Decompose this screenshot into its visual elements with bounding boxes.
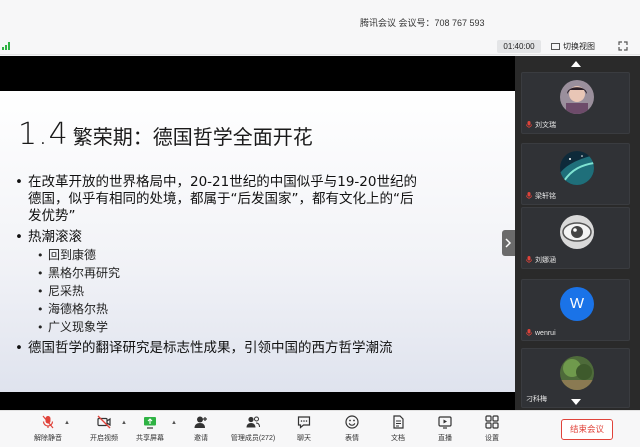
participant-name: 刁科梅 (526, 396, 547, 403)
live-stream-button[interactable]: 直播 (425, 415, 465, 447)
slide-bullet: • 热潮滚滚 (15, 229, 82, 245)
participant-tile[interactable]: 刘文瑞 (521, 72, 630, 134)
collapse-panel-button[interactable] (502, 230, 515, 256)
slide-subitem: • 广义现象学 (37, 320, 109, 334)
emoji-icon (345, 415, 359, 429)
documents-button[interactable]: 文档 (378, 415, 418, 447)
members-icon (246, 416, 260, 428)
manage-members-button[interactable]: 管理成员(272) (230, 415, 276, 447)
participant-name: wenrui (526, 329, 556, 337)
settings-button[interactable]: 设置 (472, 415, 512, 447)
scroll-down-icon[interactable] (570, 398, 582, 406)
participant-name: 刘娜涵 (526, 255, 556, 265)
participant-tile[interactable]: W wenrui (521, 279, 630, 341)
participant-name: 梁轩铭 (526, 191, 556, 201)
mic-muted-icon (526, 256, 532, 263)
share-screen-button[interactable]: 共享屏幕 (130, 415, 170, 447)
chat-button[interactable]: 聊天 (284, 415, 324, 447)
title-bar: 腾讯会议 会议号：708 767 593 (0, 0, 640, 38)
window-title: 腾讯会议 会议号：708 767 593 (360, 18, 485, 28)
mute-options-caret[interactable]: ▲ (64, 420, 70, 426)
slide-subitem: • 海德格尔热 (37, 302, 109, 316)
mic-muted-icon (526, 192, 532, 199)
slide-bullet: • 在改革开放的世界格局中，20-21世纪的中国似乎与19-20世纪的 德国，似… (15, 174, 417, 224)
unmute-button[interactable]: 解除静音 (28, 415, 68, 447)
switch-view-button[interactable]: 切换视图 (551, 40, 595, 53)
start-video-button[interactable]: 开启视频 (84, 415, 124, 447)
grid-icon (551, 43, 560, 50)
avatar (560, 356, 594, 390)
mic-muted-icon (42, 415, 54, 429)
share-screen-icon (144, 417, 156, 429)
document-icon (393, 415, 404, 429)
presentation-slide: 1.4 繁荣期：德国哲学全面开花 • 在改革开放的世界格局中，20-21世纪的中国… (0, 91, 515, 392)
slide-bullet: • 德国哲学的翻译研究是标志性成果，引领中国的西方哲学潮流 (15, 340, 393, 356)
fullscreen-icon[interactable] (618, 41, 628, 51)
participant-tile[interactable]: 刘娜涵 (521, 207, 630, 269)
slide-section-number: 1.4 (18, 117, 69, 152)
participant-tile[interactable]: 梁轩铭 (521, 143, 630, 205)
bottom-toolbar: 解除静音 ▲ 开启视频 ▲ 共享屏幕 ▲ 邀请 管理成员(272) 聊天 表情 … (0, 410, 640, 447)
shared-screen: 1.4 繁荣期：德国哲学全面开花 • 在改革开放的世界格局中，20-21世纪的中国… (0, 56, 515, 410)
switch-view-label: 切换视图 (563, 42, 595, 51)
meeting-timer: 01:40:00 (497, 40, 541, 53)
mic-muted-icon (526, 329, 532, 336)
slide-title-text: 繁荣期：德国哲学全面开花 (72, 125, 313, 149)
end-meeting-button[interactable]: 结束会议 (561, 419, 613, 440)
slide-subitem: • 回到康德 (37, 248, 97, 262)
avatar (560, 80, 594, 114)
signal-strength-icon (2, 42, 12, 50)
add-person-icon (194, 416, 207, 428)
chat-icon (297, 416, 311, 429)
apps-grid-icon (485, 415, 499, 429)
slide-subitem: • 尼采热 (37, 284, 85, 298)
camera-off-icon (97, 415, 111, 429)
video-options-caret[interactable]: ▲ (121, 420, 127, 426)
mic-muted-icon (526, 121, 532, 128)
meeting-window: 腾讯会议 会议号：708 767 593 01:40:00 切换视图 1.4 繁荣… (0, 0, 640, 447)
slide-subitem: • 黑格尔再研究 (37, 266, 121, 280)
scroll-up-icon[interactable] (570, 60, 582, 68)
avatar: W (560, 287, 594, 321)
reactions-button[interactable]: 表情 (332, 415, 372, 447)
avatar (560, 215, 594, 249)
chevron-right-icon (505, 238, 512, 248)
invite-button[interactable]: 邀请 (181, 415, 221, 447)
live-stream-icon (438, 416, 452, 429)
slide-title: 1.4 繁荣期：德国哲学全面开花 (18, 117, 313, 152)
avatar (560, 151, 594, 185)
share-options-caret[interactable]: ▲ (171, 420, 177, 426)
participant-name: 刘文瑞 (526, 120, 556, 130)
status-bar: 01:40:00 切换视图 (0, 38, 640, 55)
